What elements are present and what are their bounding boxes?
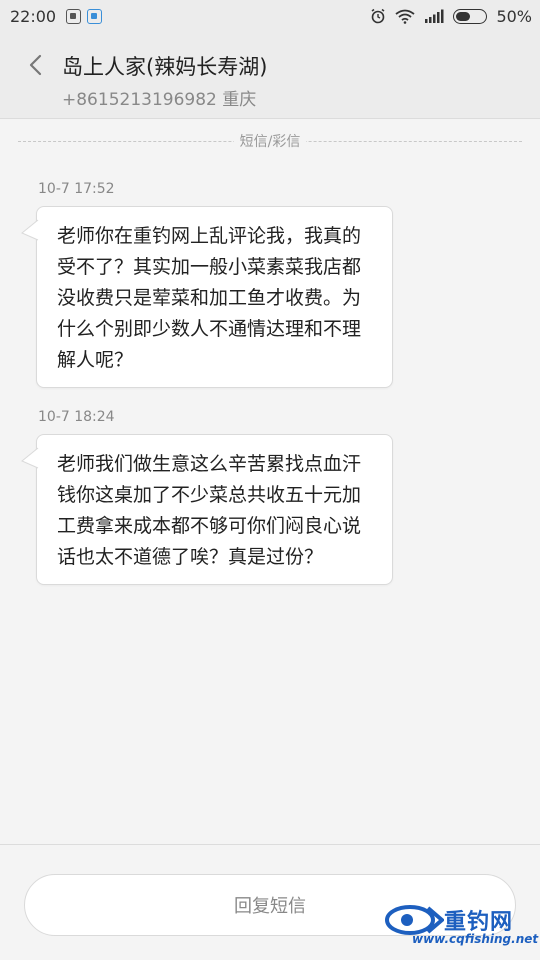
- message-text: 老师你在重钓网上乱评论我，我真的受不了？其实加一般小菜素菜我店都没收费只是荤菜和…: [57, 225, 362, 371]
- contact-name[interactable]: 岛上人家(辣妈长寿湖): [62, 51, 267, 81]
- message-timestamp: 10-7 17:52: [38, 181, 115, 197]
- bubble-tail: [21, 447, 39, 469]
- reply-placeholder: 回复短信: [234, 896, 306, 917]
- chevron-left-icon: [29, 54, 42, 76]
- status-left-icons: [66, 8, 103, 24]
- battery-percent: 50%: [496, 6, 532, 26]
- message-text: 老师我们做生意这么辛苦累找点血汗钱你这桌加了不少菜总共收五十元加工费拿来成本都不…: [57, 453, 362, 568]
- bubble-tail: [21, 219, 39, 241]
- wifi-icon: [395, 9, 415, 24]
- site-watermark: 重钓网 www.cqfishing.net: [384, 902, 538, 956]
- status-bar: 22:00 50%: [0, 0, 540, 32]
- composer-divider: [0, 844, 540, 845]
- watermark-url: www.cqfishing.net: [412, 932, 539, 946]
- conversation-header: 岛上人家(辣妈长寿湖) +8615213196982 重庆: [0, 32, 540, 119]
- thread-type-label-wrap: 短信/彩信: [0, 131, 540, 151]
- sim-icon: [66, 8, 82, 24]
- back-button[interactable]: [20, 50, 50, 80]
- signal-icon: [425, 9, 444, 23]
- thread-type-label: 短信/彩信: [233, 134, 307, 150]
- status-time: 22:00: [10, 6, 57, 26]
- contact-number: +8615213196982 重庆: [62, 90, 257, 110]
- status-right-icons: 50%: [370, 0, 532, 32]
- battery-icon: [453, 8, 488, 24]
- alarm-icon: [371, 8, 385, 24]
- message-bubble[interactable]: 老师我们做生意这么辛苦累找点血汗钱你这桌加了不少菜总共收五十元加工费拿来成本都不…: [21, 434, 393, 585]
- wifi-indicator-icon: [87, 8, 103, 24]
- message-bubble[interactable]: 老师你在重钓网上乱评论我，我真的受不了？其实加一般小菜素菜我店都没收费只是荤菜和…: [21, 206, 393, 388]
- message-timestamp: 10-7 18:24: [38, 409, 115, 425]
